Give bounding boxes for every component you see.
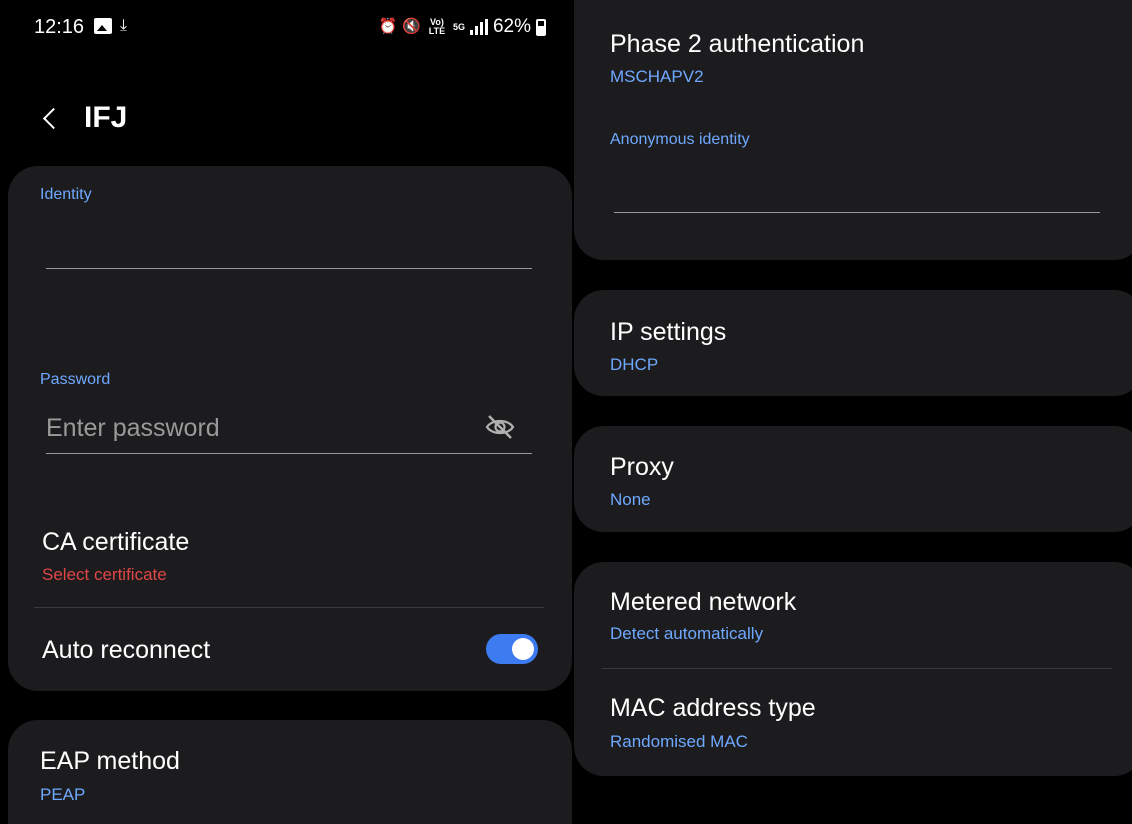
left-pane: 12:16 ⤓ ⏰ 🔇 Vo) LTE 5G 62% IFJ Identity … [0,0,572,824]
5g-icon: 5G [452,21,465,32]
password-input[interactable] [46,408,476,448]
status-left-icons: ⤓ [94,17,127,35]
toggle-knob [512,638,534,660]
divider [602,668,1112,669]
phase2-title: Phase 2 authentication [610,30,865,58]
mac-address-value: Randomised MAC [610,732,748,751]
proxy-title: Proxy [610,453,674,481]
ca-certificate-value: Select certificate [42,565,167,584]
anonymous-identity-label: Anonymous identity [610,131,750,148]
eap-method-value: PEAP [40,785,86,804]
identity-underline [46,268,532,269]
anonymous-identity-underline [614,212,1100,213]
metered-network-title: Metered network [610,588,797,616]
proxy-value: None [610,490,651,509]
ip-settings-card[interactable]: IP settings DHCP [574,290,1132,396]
auto-reconnect-label: Auto reconnect [42,636,211,664]
identity-label: Identity [40,186,92,203]
status-time: 12:16 [34,16,85,38]
mac-address-title: MAC address type [610,694,816,722]
identity-field[interactable] [46,222,532,268]
header: IFJ [40,96,127,140]
right-pane: Phase 2 authentication MSCHAPV2 Anonymou… [572,0,1132,824]
password-label: Password [40,371,111,388]
metered-network-item[interactable]: Metered network Detect automatically [574,578,1132,666]
gallery-icon [94,18,112,34]
signal-icon [469,19,488,35]
auto-reconnect-toggle[interactable] [486,634,538,664]
mac-address-item[interactable]: MAC address type Randomised MAC [574,684,1132,770]
status-bar: 12:16 ⤓ ⏰ 🔇 Vo) LTE 5G 62% [34,14,552,40]
metered-network-value: Detect automatically [610,624,764,643]
password-underline [46,453,532,454]
ip-settings-value: DHCP [610,355,659,374]
ca-certificate-title: CA certificate [42,528,190,556]
mute-icon: 🔇 [402,18,421,35]
proxy-card[interactable]: Proxy None [574,426,1132,532]
phase2-value: MSCHAPV2 [610,67,704,86]
download-icon: ⤓ [120,17,128,34]
eap-method-card[interactable]: EAP method PEAP [8,720,572,824]
anonymous-identity-field[interactable] [614,166,1100,212]
battery-text: 62% [492,16,531,37]
volte-icon: Vo) LTE [428,17,446,36]
eye-off-icon[interactable] [484,413,516,441]
ca-certificate-item[interactable]: CA certificate Select certificate [8,520,572,604]
status-right-icons: ⏰ 🔇 Vo) LTE 5G 62% [379,16,546,38]
battery-icon [536,18,546,36]
eap-method-title: EAP method [40,747,180,775]
page-title: IFJ [84,101,128,134]
phase2-item[interactable]: Phase 2 authentication MSCHAPV2 [574,20,1132,110]
back-arrow-icon[interactable] [40,107,62,129]
alarm-icon: ⏰ [378,18,398,35]
ip-settings-title: IP settings [610,318,727,346]
divider [34,607,544,608]
